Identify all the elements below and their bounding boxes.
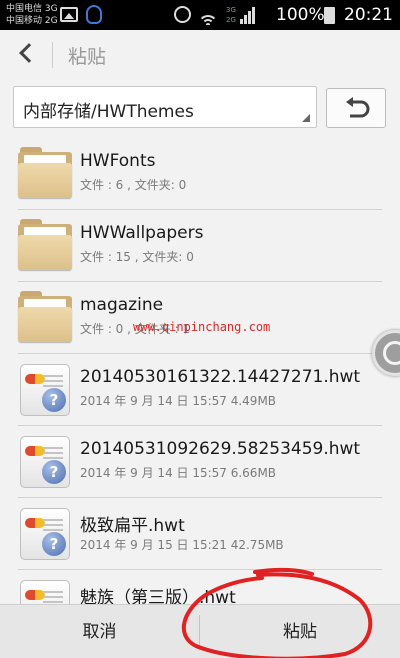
network-type: 3G 2G	[226, 5, 236, 25]
bottom-action-bar: 取消 粘贴	[0, 604, 400, 658]
dropdown-corner-icon	[302, 114, 310, 122]
battery-percent: 100%	[276, 5, 325, 25]
parent-folder-button[interactable]	[326, 88, 386, 128]
current-path: 内部存储/HWThemes	[23, 102, 194, 122]
help-badge-icon: ?	[42, 388, 66, 412]
folder-icon	[18, 146, 72, 200]
file-meta: 文件 : 15 , 文件夹: 0	[80, 250, 194, 264]
carrier-1: 中国电信 3G	[6, 4, 58, 14]
title-divider	[52, 42, 53, 68]
file-name: 20140530161322.14427271.hwt	[80, 367, 361, 387]
picture-icon	[60, 7, 78, 22]
file-meta: 2014 年 9 月 15 日 15:21 42.75MB	[80, 538, 284, 552]
folder-icon	[18, 290, 72, 344]
theme-file-icon: ?	[18, 434, 72, 488]
network-top: 3G	[226, 6, 236, 14]
file-meta: 2014 年 9 月 14 日 15:57 4.49MB	[80, 394, 277, 408]
battery-icon	[324, 7, 335, 24]
cancel-button[interactable]: 取消	[0, 605, 199, 658]
file-meta: 2014 年 9 月 14 日 15:57 6.66MB	[80, 466, 277, 480]
file-list[interactable]: HWFonts 文件 : 6 , 文件夹: 0 HWWallpapers 文件 …	[0, 138, 400, 604]
file-list-item[interactable]: HWWallpapers 文件 : 15 , 文件夹: 0	[0, 210, 400, 282]
file-list-item[interactable]: HWFonts 文件 : 6 , 文件夹: 0	[0, 138, 400, 210]
carrier-2: 中国移动 2G	[6, 16, 58, 26]
watermark-text: www.qinpinchang.com	[133, 320, 271, 334]
theme-file-icon: ?	[18, 362, 72, 416]
file-name: magazine	[80, 295, 164, 315]
help-badge-icon: ?	[42, 532, 66, 556]
clock: 20:21	[344, 5, 393, 25]
status-bar: 中国电信 3G 中国移动 2G 3G 2G 100% 20:21	[0, 0, 400, 30]
page-title: 粘贴	[68, 46, 107, 68]
file-name: HWFonts	[80, 151, 156, 171]
file-list-item[interactable]: ? 20140530161322.14427271.hwt 2014 年 9 月…	[0, 354, 400, 426]
file-list-item[interactable]: ? 魅族（第三版）.hwt	[0, 570, 400, 604]
return-arrow-icon	[346, 97, 370, 118]
file-name: 魅族（第三版）.hwt	[80, 588, 236, 604]
title-bar: 粘贴	[0, 30, 400, 78]
signal-icon	[240, 6, 256, 24]
file-list-item[interactable]: ? 极致扁平.hwt 2014 年 9 月 15 日 15:21 42.75MB	[0, 498, 400, 570]
back-button[interactable]	[8, 34, 48, 74]
paste-button[interactable]: 粘贴	[200, 605, 400, 658]
network-bottom: 2G	[226, 16, 236, 24]
file-name: HWWallpapers	[80, 223, 204, 243]
path-dropdown[interactable]: 内部存储/HWThemes	[13, 86, 317, 128]
file-list-item[interactable]: magazine 文件 : 0 , 文件夹 : 1	[0, 282, 400, 354]
file-name: 20140531092629.58253459.hwt	[80, 439, 361, 459]
file-list-item[interactable]: ? 20140531092629.58253459.hwt 2014 年 9 月…	[0, 426, 400, 498]
file-name: 极致扁平.hwt	[80, 516, 185, 536]
help-badge-icon: ?	[42, 460, 66, 484]
wifi-icon	[198, 5, 218, 25]
file-meta: 文件 : 6 , 文件夹: 0	[80, 178, 187, 192]
alarm-icon	[174, 6, 191, 23]
back-arrow-icon	[19, 43, 39, 63]
folder-icon	[18, 218, 72, 272]
carrier-info: 中国电信 3G 中国移动 2G	[6, 3, 58, 27]
theme-file-icon: ?	[18, 506, 72, 560]
ring-icon	[383, 341, 400, 365]
qq-icon	[86, 5, 102, 24]
theme-file-icon: ?	[18, 578, 72, 604]
